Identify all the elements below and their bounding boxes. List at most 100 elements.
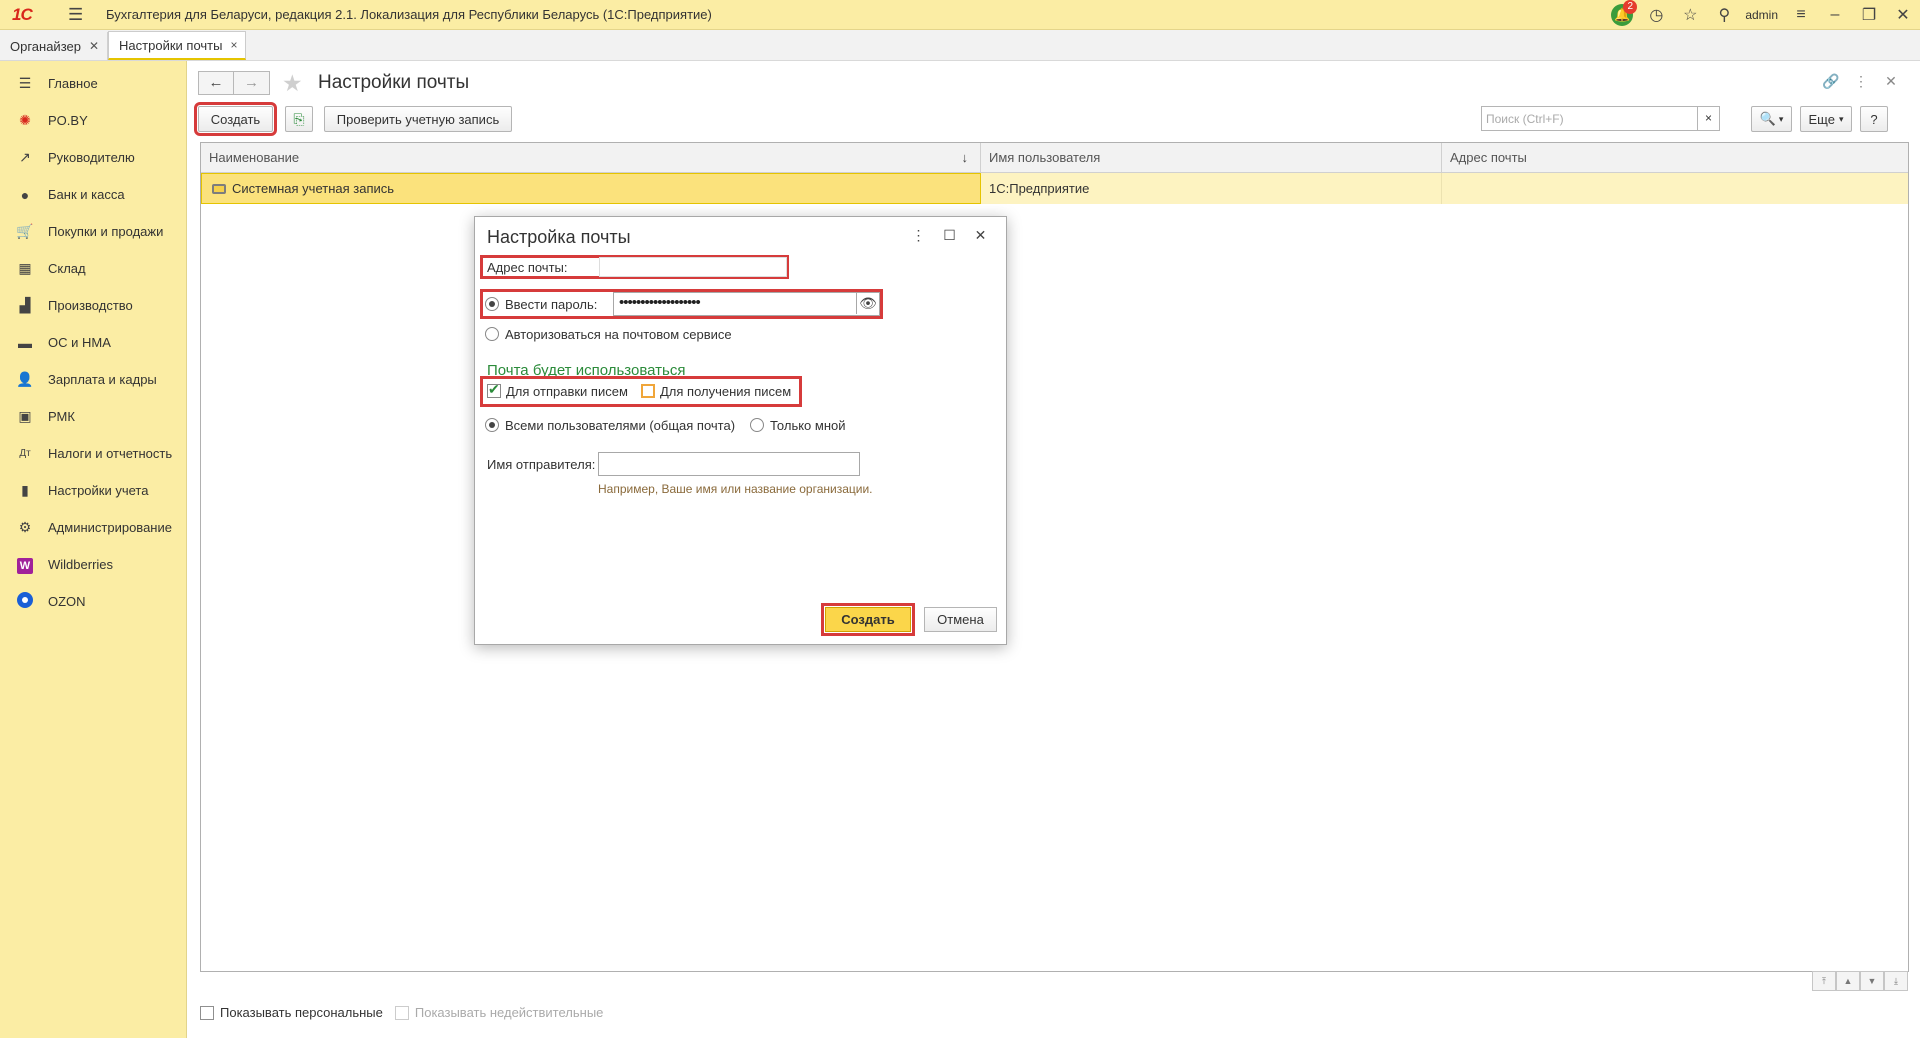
show-personal-checkbox[interactable]: [200, 1005, 214, 1020]
sidebar-item-warehouse[interactable]: ▦ Склад: [0, 250, 186, 287]
all-users-radio[interactable]: [485, 418, 499, 432]
sidebar-item-accounting-settings[interactable]: ▮ Настройки учета: [0, 472, 186, 509]
tab-mail-settings[interactable]: Настройки почты ×: [108, 31, 247, 60]
dialog-create-button[interactable]: Создать: [821, 603, 915, 636]
scroll-up-icon[interactable]: ▲: [1836, 971, 1860, 991]
notifications-button[interactable]: 🔔 2: [1605, 0, 1639, 26]
chevron-down-icon: ▾: [1778, 113, 1784, 124]
cell-email[interactable]: [1442, 173, 1908, 204]
more-button[interactable]: Еще ▾: [1800, 106, 1852, 132]
app-logo: 1С: [12, 4, 33, 24]
link-icon[interactable]: 🔗: [1816, 73, 1846, 90]
dialog-maximize-icon[interactable]: ☐: [934, 227, 965, 244]
grid-icon: ▦: [18, 260, 32, 276]
usage-checkboxes-row: Для отправки писем Для получения писем: [480, 376, 802, 407]
receive-option[interactable]: Для получения писем: [641, 384, 791, 399]
email-label: Адрес почты:: [487, 260, 568, 275]
user-name[interactable]: admin: [1745, 8, 1778, 22]
send-option[interactable]: Для отправки писем: [487, 381, 628, 399]
search-input[interactable]: [1482, 107, 1697, 130]
sidebar-item-poby[interactable]: ✺ PO.BY: [0, 102, 186, 139]
copy-document-icon[interactable]: ⎘: [285, 106, 313, 132]
sidebar-item-bank[interactable]: ● Банк и касса: [0, 176, 186, 213]
gear-icon: ⚙: [18, 519, 32, 535]
mail-accounts-table: Наименование ↓ Имя пользователя Адрес поч…: [200, 142, 1909, 991]
scroll-last-icon[interactable]: ⤓: [1884, 971, 1908, 991]
tab-close-icon[interactable]: ×: [230, 38, 237, 52]
sidebar-item-manager[interactable]: ↗ Руководителю: [0, 139, 186, 176]
only-me-option[interactable]: Только мной: [750, 418, 846, 433]
close-icon[interactable]: ✕: [1886, 5, 1920, 25]
cell-name[interactable]: Системная учетная запись: [201, 173, 981, 204]
dialog-more-icon[interactable]: ⋮: [903, 227, 934, 244]
history-icon[interactable]: ◷: [1639, 5, 1673, 25]
auth-service-option[interactable]: Авторизоваться на почтовом сервисе: [485, 327, 732, 342]
enter-password-option[interactable]: Ввести пароль:: [485, 297, 597, 312]
tab-close-icon[interactable]: ✕: [89, 39, 99, 53]
sidebar-item-main[interactable]: ☰ Главное: [0, 65, 186, 102]
create-button[interactable]: Создать: [194, 102, 277, 136]
sidebar-item-taxes[interactable]: Дт Налоги и отчетность: [0, 435, 186, 472]
chevron-down-icon: ▾: [1838, 113, 1844, 124]
column-user[interactable]: Имя пользователя: [981, 143, 1442, 172]
sidebar-item-salary[interactable]: 👤 Зарплата и кадры: [0, 361, 186, 398]
show-personal-label: Показывать персональные: [220, 1005, 383, 1020]
dialog-cancel-button[interactable]: Отмена: [924, 607, 997, 632]
notifications-badge: 2: [1623, 0, 1638, 14]
sidebar-item-purchases[interactable]: 🛒 Покупки и продажи: [0, 213, 186, 250]
back-arrow-icon[interactable]: ←: [198, 71, 234, 95]
account-icon: [212, 183, 226, 194]
send-checkbox[interactable]: [487, 381, 501, 398]
sidebar-item-assets[interactable]: ▬ ОС и НМА: [0, 324, 186, 361]
minimize-icon[interactable]: –: [1818, 6, 1852, 24]
cell-user[interactable]: 1С:Предприятие: [981, 173, 1442, 204]
search-field: ×: [1481, 106, 1720, 131]
column-name[interactable]: Наименование ↓: [201, 143, 981, 172]
favorite-star-icon[interactable]: ★: [282, 70, 303, 97]
forward-arrow-icon[interactable]: →: [234, 71, 270, 95]
favorites-star-icon[interactable]: ☆: [1673, 5, 1707, 25]
factory-icon: ▟: [19, 297, 31, 313]
search-clear-icon[interactable]: ×: [1697, 107, 1719, 130]
sidebar-item-administration[interactable]: ⚙ Администрирование: [0, 509, 186, 546]
scroll-first-icon[interactable]: ⤒: [1812, 971, 1836, 991]
settings-menu-icon[interactable]: ≡: [1784, 6, 1818, 24]
scroll-down-icon[interactable]: ▼: [1860, 971, 1884, 991]
all-users-option[interactable]: Всеми пользователями (общая почта): [485, 418, 735, 433]
truck-icon: ▬: [18, 334, 32, 351]
hide-password-eye-icon[interactable]: 👁: [856, 293, 879, 314]
wildberries-icon: W: [14, 556, 36, 574]
main-menu-icon[interactable]: ☰: [68, 5, 88, 25]
search-icon: 🔍: [1759, 111, 1776, 126]
table-header: Наименование ↓ Имя пользователя Адрес поч…: [201, 143, 1908, 173]
hamburger-icon: ☰: [18, 75, 32, 91]
form-close-icon[interactable]: ✕: [1876, 73, 1906, 90]
more-vertical-icon[interactable]: ⋮: [1846, 73, 1876, 90]
cash-register-icon: ▣: [18, 408, 32, 424]
column-email[interactable]: Адрес почты: [1442, 143, 1908, 172]
only-me-radio[interactable]: [750, 418, 764, 432]
filter-checkboxes: Показывать персональные Показывать недей…: [200, 1005, 603, 1020]
auth-service-radio[interactable]: [485, 327, 499, 341]
sender-hint: Например, Ваше имя или название организа…: [598, 482, 873, 496]
usage-heading: Почта будет использоваться: [487, 362, 686, 379]
search-options-button[interactable]: 🔍 ▾: [1751, 106, 1792, 132]
receive-checkbox[interactable]: [641, 384, 655, 398]
table-row[interactable]: Системная учетная запись 1С:Предприятие: [201, 173, 1908, 204]
check-account-button[interactable]: Проверить учетную запись: [324, 106, 512, 132]
sidebar-item-production[interactable]: ▟ Производство: [0, 287, 186, 324]
restore-icon[interactable]: ❐: [1852, 5, 1886, 25]
sidebar-item-wildberries[interactable]: W Wildberries: [0, 546, 186, 583]
password-field[interactable]: ••••••••••••••••••• 👁: [613, 292, 880, 316]
tab-organizer[interactable]: Органайзер ✕: [0, 32, 109, 60]
dialog-close-icon[interactable]: ✕: [965, 227, 996, 244]
enter-password-radio[interactable]: [485, 297, 499, 311]
email-row: Адрес почты:: [480, 255, 789, 279]
help-button[interactable]: ?: [1860, 106, 1888, 132]
search-icon[interactable]: ⚲: [1707, 5, 1741, 25]
sender-input[interactable]: [599, 453, 859, 475]
sidebar-item-rmk[interactable]: ▣ РМК: [0, 398, 186, 435]
sidebar-item-ozon[interactable]: OZON: [0, 583, 186, 620]
cart-icon: 🛒: [16, 223, 34, 239]
email-input[interactable]: [600, 258, 786, 276]
